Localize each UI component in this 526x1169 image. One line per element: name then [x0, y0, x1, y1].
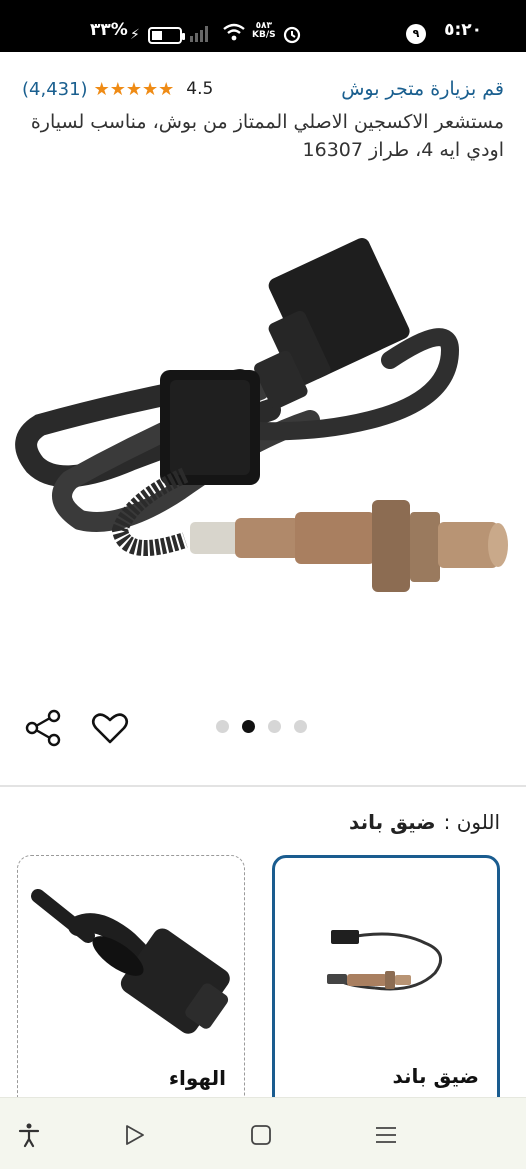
status-bar: %٣٣ ⚡ ٥٨٣ KB/S ٩ ٥:٢٠ [0, 0, 526, 52]
gallery-dot[interactable] [268, 720, 281, 733]
alarm-icon [282, 24, 302, 48]
battery-percent: %٣٣ [90, 20, 128, 40]
rating[interactable]: (4,431) ★★★★★ 4.5 [22, 79, 213, 100]
air-sensor-image [31, 889, 230, 1034]
narrow-band-sensor-image [327, 930, 443, 991]
share-icon[interactable] [24, 708, 64, 748]
visit-store-link[interactable]: قم بزيارة متجر بوش [341, 78, 504, 100]
wifi-icon [222, 22, 246, 46]
section-divider [0, 785, 526, 787]
color-label: اللون : [443, 810, 500, 834]
signal-icon [190, 26, 208, 42]
oxygen-sensor-image [15, 238, 508, 592]
rating-score: 4.5 [186, 79, 214, 99]
rating-count[interactable]: (4,431) [22, 79, 88, 100]
option-label: الهواء [168, 1066, 226, 1090]
product-title: مستشعر الاكسجين الاصلي الممتاز من بوش، م… [30, 111, 504, 161]
color-selected-value: ضيق باند [349, 810, 436, 834]
gallery-dot[interactable] [294, 720, 307, 733]
notification-badge: ٩ [406, 24, 426, 44]
heart-icon[interactable] [90, 708, 130, 748]
color-selector: اللون : ضيق باند [349, 810, 500, 834]
gallery-dot[interactable] [216, 720, 229, 733]
menu-icon[interactable] [373, 1122, 399, 1148]
charge-icon: ⚡ [130, 27, 140, 43]
home-square-icon[interactable] [248, 1122, 274, 1148]
clock: ٥:٢٠ [444, 20, 482, 40]
system-nav-bar [0, 1097, 526, 1169]
battery-icon [148, 27, 185, 44]
accessibility-icon[interactable] [16, 1122, 42, 1148]
network-speed-unit: KB/S [252, 30, 276, 40]
option-label: ضيق باند [392, 1064, 479, 1088]
play-icon[interactable] [121, 1122, 147, 1148]
option-card-air[interactable]: الهواء [17, 855, 245, 1115]
product-header: (4,431) ★★★★★ 4.5 قم بزيارة متجر بوش مست… [0, 72, 526, 164]
product-image[interactable] [10, 230, 516, 610]
star-rating-icon: ★★★★★ [93, 78, 175, 100]
rating-row: (4,431) ★★★★★ 4.5 قم بزيارة متجر بوش [22, 72, 504, 106]
network-speed: ٥٨٣ KB/S [252, 22, 276, 40]
gallery-dots[interactable] [216, 720, 307, 733]
gallery-dot-active[interactable] [242, 720, 255, 733]
option-card-narrow-band[interactable]: ضيق باند [272, 855, 500, 1115]
